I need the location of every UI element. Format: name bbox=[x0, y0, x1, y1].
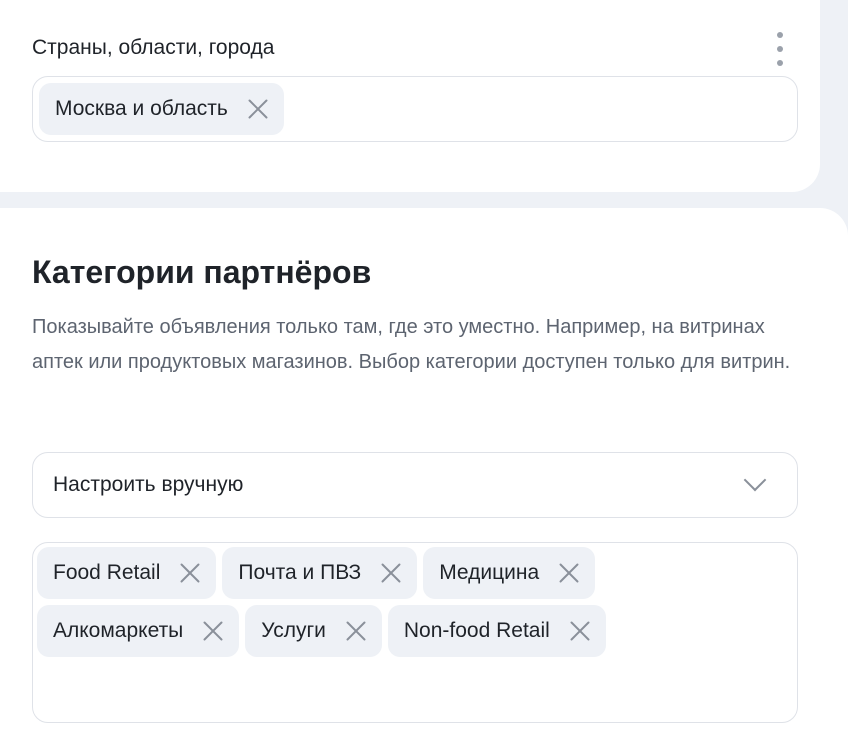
close-icon[interactable] bbox=[557, 561, 581, 585]
chip-label: Non-food Retail bbox=[403, 619, 550, 642]
mode-select[interactable]: Настроить вручную bbox=[32, 452, 798, 518]
chip-label: Медицина bbox=[439, 561, 540, 584]
geo-field-label: Страны, области, города bbox=[32, 36, 275, 59]
close-icon[interactable] bbox=[246, 97, 270, 121]
category-chip: Услуги bbox=[245, 605, 382, 657]
chip-label: Москва и область bbox=[55, 97, 228, 120]
chip-label: Услуги bbox=[261, 619, 326, 642]
close-icon[interactable] bbox=[568, 619, 592, 643]
chip-label: Алкомаркеты bbox=[53, 619, 184, 642]
section-title: Категории партнёров bbox=[32, 254, 372, 290]
category-chip: Алкомаркеты bbox=[37, 605, 240, 657]
close-icon[interactable] bbox=[379, 561, 403, 585]
category-chip: Почта и ПВЗ bbox=[222, 547, 418, 599]
kebab-dot bbox=[777, 32, 783, 38]
kebab-dot bbox=[777, 46, 783, 52]
close-icon[interactable] bbox=[344, 619, 368, 643]
category-chip: Медицина bbox=[423, 547, 596, 599]
geo-tags-input[interactable]: Москва и область bbox=[32, 76, 798, 142]
more-vertical-icon[interactable] bbox=[770, 32, 790, 66]
close-icon[interactable] bbox=[178, 561, 202, 585]
category-chip: Non-food Retail bbox=[387, 605, 606, 657]
geo-chip: Москва и область bbox=[39, 83, 284, 135]
section-description: Показывайте объявления только там, где э… bbox=[32, 316, 791, 373]
kebab-dot bbox=[777, 60, 783, 66]
geo-card: Страны, области, города Москва и область bbox=[0, 0, 820, 192]
category-chip: Food Retail bbox=[37, 547, 217, 599]
chip-label: Food Retail bbox=[53, 561, 161, 584]
chevron-down-icon bbox=[743, 468, 767, 492]
mode-select-value: Настроить вручную bbox=[53, 473, 244, 496]
close-icon[interactable] bbox=[201, 619, 225, 643]
categories-tags-input[interactable]: Food Retail Почта и ПВЗ Медицина Алкомар… bbox=[32, 542, 798, 723]
chip-label: Почта и ПВЗ bbox=[238, 561, 362, 584]
